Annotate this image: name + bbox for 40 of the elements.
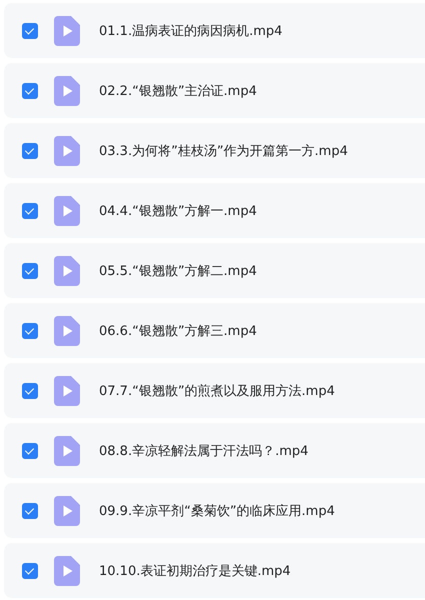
checkbox[interactable]: [22, 382, 38, 398]
file-name: 09.9.辛凉平剂“桑菊饮”的临床应用.mp4: [99, 502, 335, 520]
checkbox[interactable]: [22, 142, 38, 158]
checkbox[interactable]: [22, 22, 38, 38]
checkbox[interactable]: [22, 202, 38, 218]
file-row[interactable]: 07.7.“银翘散”的煎煮以及服用方法.mp4: [4, 363, 425, 418]
file-name: 02.2.“银翘散”主治证.mp4: [99, 82, 257, 100]
video-file-icon: [54, 556, 80, 586]
file-row[interactable]: 04.4.“银翘散”方解一.mp4: [4, 183, 425, 238]
video-file-icon: [54, 196, 80, 226]
file-row[interactable]: 02.2.“银翘散”主治证.mp4: [4, 63, 425, 118]
file-name: 05.5.“银翘散”方解二.mp4: [99, 262, 257, 280]
video-file-icon: [54, 136, 80, 166]
file-row[interactable]: 01.1.温病表证的病因病机.mp4: [4, 3, 425, 58]
video-file-icon: [54, 436, 80, 466]
file-row[interactable]: 09.9.辛凉平剂“桑菊饮”的临床应用.mp4: [4, 483, 425, 538]
file-row[interactable]: 10.10.表证初期治疗是关键.mp4: [4, 543, 425, 598]
video-file-icon: [54, 316, 80, 346]
checkbox[interactable]: [22, 322, 38, 338]
file-name: 03.3.为何将”桂枝汤”作为开篇第一方.mp4: [99, 142, 348, 160]
file-row[interactable]: 08.8.辛凉轻解法属于汗法吗？.mp4: [4, 423, 425, 478]
file-row[interactable]: 05.5.“银翘散”方解二.mp4: [4, 243, 425, 298]
video-file-icon: [54, 376, 80, 406]
file-name: 01.1.温病表证的病因病机.mp4: [99, 22, 282, 40]
file-name: 08.8.辛凉轻解法属于汗法吗？.mp4: [99, 442, 308, 460]
checkbox[interactable]: [22, 502, 38, 518]
file-name: 04.4.“银翘散”方解一.mp4: [99, 202, 257, 220]
video-file-icon: [54, 76, 80, 106]
file-name: 07.7.“银翘散”的煎煮以及服用方法.mp4: [99, 382, 335, 400]
checkbox[interactable]: [22, 262, 38, 278]
checkbox[interactable]: [22, 562, 38, 578]
video-file-icon: [54, 16, 80, 46]
file-row[interactable]: 03.3.为何将”桂枝汤”作为开篇第一方.mp4: [4, 123, 425, 178]
file-name: 06.6.“银翘散”方解三.mp4: [99, 322, 257, 340]
checkbox[interactable]: [22, 82, 38, 98]
video-file-icon: [54, 256, 80, 286]
checkbox[interactable]: [22, 442, 38, 458]
video-file-icon: [54, 496, 80, 526]
file-name: 10.10.表证初期治疗是关键.mp4: [99, 562, 291, 580]
file-row[interactable]: 06.6.“银翘散”方解三.mp4: [4, 303, 425, 358]
